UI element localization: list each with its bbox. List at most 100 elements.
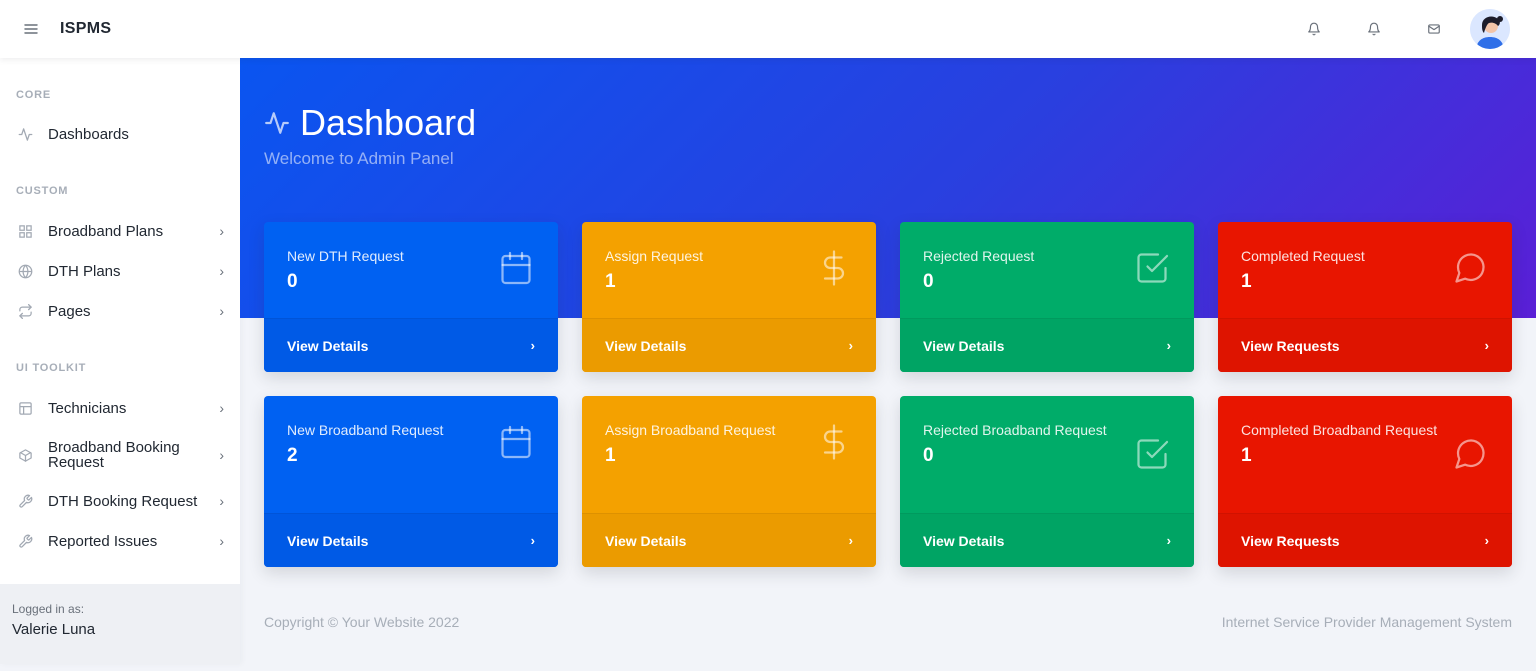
mail-icon[interactable]: [1426, 21, 1442, 37]
card-assign-broadband-request: Assign Broadband Request 1 View Details …: [582, 396, 876, 567]
chevron-right-icon: ›: [219, 447, 224, 463]
card-footer-label: View Details: [605, 337, 687, 354]
avatar[interactable]: [1470, 9, 1510, 49]
sidebar-item-broadband-booking-request[interactable]: Broadband Booking Request ›: [0, 439, 240, 471]
card-title: Completed Broadband Request: [1241, 422, 1438, 438]
sidebar-item-label: Pages: [48, 302, 91, 320]
card-footer-label: View Requests: [1241, 337, 1340, 354]
card-rejected-request: Rejected Request 0 View Details ›: [900, 222, 1194, 372]
chevron-right-icon: ›: [219, 263, 224, 279]
view-details-link[interactable]: View Details ›: [900, 318, 1194, 372]
card-footer-label: View Details: [923, 532, 1005, 549]
logged-in-label: Logged in as:: [12, 602, 85, 616]
card-assign-request: Assign Request 1 View Details ›: [582, 222, 876, 372]
brand-name[interactable]: ISPMS: [60, 20, 111, 38]
view-requests-link[interactable]: View Requests ›: [1218, 318, 1512, 372]
card-completed-broadband-request: Completed Broadband Request 1 View Reque…: [1218, 396, 1512, 567]
calendar-icon: [498, 250, 534, 286]
chevron-right-icon: ›: [219, 493, 224, 509]
sidebar-heading-ui-toolkit: UI TOOLKIT: [16, 362, 87, 374]
page-title: Dashboard: [264, 102, 476, 144]
sidebar-item-label: DTH Booking Request: [48, 492, 198, 510]
chevron-right-icon: ›: [848, 338, 853, 353]
view-details-link[interactable]: View Details ›: [264, 513, 558, 567]
view-requests-link[interactable]: View Requests ›: [1218, 513, 1512, 567]
sidebar-item-dth-booking-request[interactable]: DTH Booking Request ›: [0, 493, 240, 509]
chevron-right-icon: ›: [1484, 533, 1489, 548]
sidebar-footer: Logged in as: Valerie Luna: [0, 584, 240, 664]
card-footer-label: View Requests: [1241, 532, 1340, 549]
calendar-icon: [498, 424, 534, 460]
view-details-link[interactable]: View Details ›: [582, 318, 876, 372]
sidebar-item-label: DTH Plans: [48, 262, 121, 280]
chevron-right-icon: ›: [530, 338, 535, 353]
sidebar-item-pages[interactable]: Pages ›: [0, 303, 240, 319]
repeat-icon: [17, 303, 33, 319]
sidebar-item-label: Broadband Plans: [48, 222, 164, 240]
bell-icon[interactable]: [1306, 21, 1322, 37]
package-icon: [17, 447, 33, 463]
chevron-right-icon: ›: [1166, 533, 1171, 548]
chevron-right-icon: ›: [219, 533, 224, 549]
chevron-right-icon: ›: [219, 223, 224, 239]
dollar-icon: [816, 250, 852, 286]
sidebar-item-label: Technicians: [48, 399, 127, 417]
chevron-right-icon: ›: [219, 400, 224, 416]
card-footer-label: View Details: [605, 532, 687, 549]
layout-icon: [17, 400, 33, 416]
card-completed-request: Completed Request 1 View Requests ›: [1218, 222, 1512, 372]
sidebar-item-broadband-plans[interactable]: Broadband Plans ›: [0, 223, 240, 239]
message-circle-icon: [1452, 250, 1488, 286]
card-footer-label: View Details: [287, 532, 369, 549]
chevron-right-icon: ›: [1484, 338, 1489, 353]
navbar-actions: [1306, 9, 1536, 49]
card-new-dth-request: New DTH Request 0 View Details ›: [264, 222, 558, 372]
card-title: New Broadband Request: [287, 422, 444, 438]
tool-icon: [17, 533, 33, 549]
message-circle-icon: [1452, 436, 1488, 472]
card-footer-label: View Details: [287, 337, 369, 354]
sidebar-item-label: Reported Issues: [48, 532, 158, 550]
sidebar-heading-core: CORE: [16, 89, 51, 101]
card-title: Rejected Broadband Request: [923, 422, 1107, 438]
sidebar-item-technicians[interactable]: Technicians ›: [0, 400, 240, 416]
sidebar: CORE Dashboards CUSTOM Broadband Plans ›…: [0, 58, 240, 664]
sidebar-item-reported-issues[interactable]: Reported Issues ›: [0, 533, 240, 549]
check-square-icon: [1134, 436, 1170, 472]
page-title-text: Dashboard: [300, 102, 477, 143]
bell-icon[interactable]: [1366, 21, 1382, 37]
page-subtitle: Welcome to Admin Panel: [264, 149, 454, 168]
card-footer-label: View Details: [923, 337, 1005, 354]
system-name-text: Internet Service Provider Management Sys…: [1221, 614, 1512, 630]
globe-icon: [17, 263, 33, 279]
view-details-link[interactable]: View Details ›: [264, 318, 558, 372]
sidebar-item-dashboards[interactable]: Dashboards: [0, 126, 240, 142]
activity-icon: [264, 110, 290, 136]
logged-in-user: Valerie Luna: [12, 621, 96, 638]
chevron-right-icon: ›: [1166, 338, 1171, 353]
sidebar-item-label: Dashboards: [48, 125, 129, 143]
view-details-link[interactable]: View Details ›: [900, 513, 1194, 567]
sidebar-item-dth-plans[interactable]: DTH Plans ›: [0, 263, 240, 279]
menu-icon[interactable]: [22, 23, 40, 35]
chevron-right-icon: ›: [219, 303, 224, 319]
tool-icon: [17, 493, 33, 509]
activity-icon: [17, 126, 33, 142]
card-title: Assign Request: [605, 248, 704, 264]
card-title: Completed Request: [1241, 248, 1365, 264]
card-title: Assign Broadband Request: [605, 422, 776, 438]
sidebar-heading-custom: CUSTOM: [16, 185, 69, 197]
sidebar-item-label: Broadband Booking Request: [48, 439, 180, 471]
card-title: Rejected Request: [923, 248, 1035, 264]
dollar-icon: [816, 424, 852, 460]
view-details-link[interactable]: View Details ›: [582, 513, 876, 567]
card-new-broadband-request: New Broadband Request 2 View Details ›: [264, 396, 558, 567]
chevron-right-icon: ›: [848, 533, 853, 548]
top-navbar: ISPMS: [0, 0, 1536, 58]
chevron-right-icon: ›: [530, 533, 535, 548]
copyright-text: Copyright © Your Website 2022: [264, 614, 460, 630]
card-rejected-broadband-request: Rejected Broadband Request 0 View Detail…: [900, 396, 1194, 567]
card-title: New DTH Request: [287, 248, 404, 264]
check-square-icon: [1134, 250, 1170, 286]
grid-icon: [17, 223, 33, 239]
